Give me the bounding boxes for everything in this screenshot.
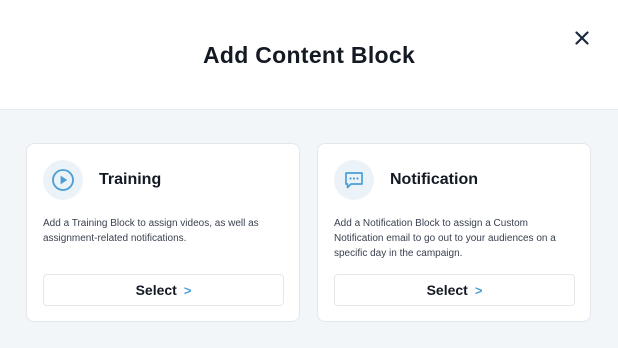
notification-icon-wrapper [334,160,374,200]
chevron-right-icon: > [474,282,483,298]
training-icon-wrapper [43,160,83,200]
training-card-title: Training [99,171,162,188]
notification-card-title: Notification [390,171,478,188]
close-icon [575,31,589,45]
modal-header: Add Content Block [0,0,618,110]
chevron-right-icon: > [183,282,192,298]
add-content-block-modal: Add Content Block Training Add a Trainin… [0,0,618,348]
select-button-label: Select [426,282,468,298]
play-circle-icon [52,169,74,191]
modal-title: Add Content Block [202,42,416,68]
select-button-label: Select [135,282,177,298]
notification-card-description: Add a Notification Block to assign a Cus… [334,218,556,259]
notification-select-button[interactable]: Select > [334,274,575,306]
chat-bubble-icon [345,172,363,189]
close-button[interactable] [571,27,593,49]
training-select-button[interactable]: Select > [43,274,284,306]
training-card: Training Add a Training Block to assign … [26,143,300,322]
notification-card: Notification Add a Notification Block to… [317,143,591,322]
training-card-description: Add a Training Block to assign videos, a… [43,218,259,244]
modal-body: Training Add a Training Block to assign … [0,110,618,348]
